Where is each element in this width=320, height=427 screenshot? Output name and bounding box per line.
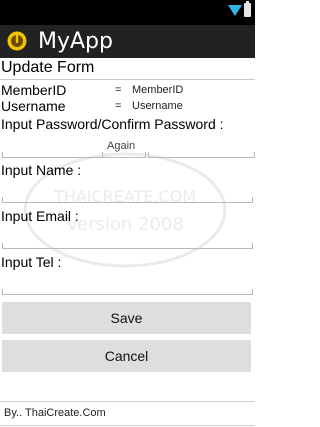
footer-text: By.. ThaiCreate.Com bbox=[4, 407, 106, 419]
app-logo-icon bbox=[7, 31, 27, 51]
wifi-icon bbox=[228, 5, 242, 16]
username-value: Username bbox=[132, 100, 183, 112]
title-divider bbox=[0, 79, 255, 80]
footer-bottom-divider bbox=[0, 425, 255, 426]
password-label: Input Password/Confirm Password : bbox=[1, 116, 224, 132]
action-bar: MyApp bbox=[0, 25, 255, 58]
username-separator: = bbox=[115, 100, 122, 112]
name-label: Input Name : bbox=[1, 162, 82, 178]
battery-icon bbox=[244, 1, 251, 17]
username-label: Username bbox=[1, 98, 66, 114]
tel-input[interactable] bbox=[2, 289, 253, 295]
member-id-label: MemberID bbox=[1, 82, 67, 98]
password-extra-underline bbox=[148, 152, 255, 158]
email-input[interactable] bbox=[2, 243, 253, 249]
cancel-button[interactable]: Cancel bbox=[2, 340, 251, 372]
watermark-line2: Version 2008 bbox=[66, 214, 184, 235]
confirm-password-underline bbox=[102, 152, 146, 158]
confirm-password-input[interactable]: Again bbox=[107, 140, 135, 152]
tel-label: Input Tel : bbox=[1, 254, 62, 270]
email-label: Input Email : bbox=[1, 208, 79, 224]
member-id-value: MemberID bbox=[132, 84, 184, 96]
status-bar bbox=[0, 0, 255, 25]
app-title: MyApp bbox=[38, 29, 113, 54]
name-input[interactable] bbox=[2, 197, 253, 203]
footer-divider bbox=[0, 401, 255, 402]
save-button[interactable]: Save bbox=[2, 302, 251, 334]
form-title: Update Form bbox=[1, 59, 95, 76]
password-input[interactable] bbox=[2, 152, 103, 158]
member-id-separator: = bbox=[115, 84, 122, 96]
